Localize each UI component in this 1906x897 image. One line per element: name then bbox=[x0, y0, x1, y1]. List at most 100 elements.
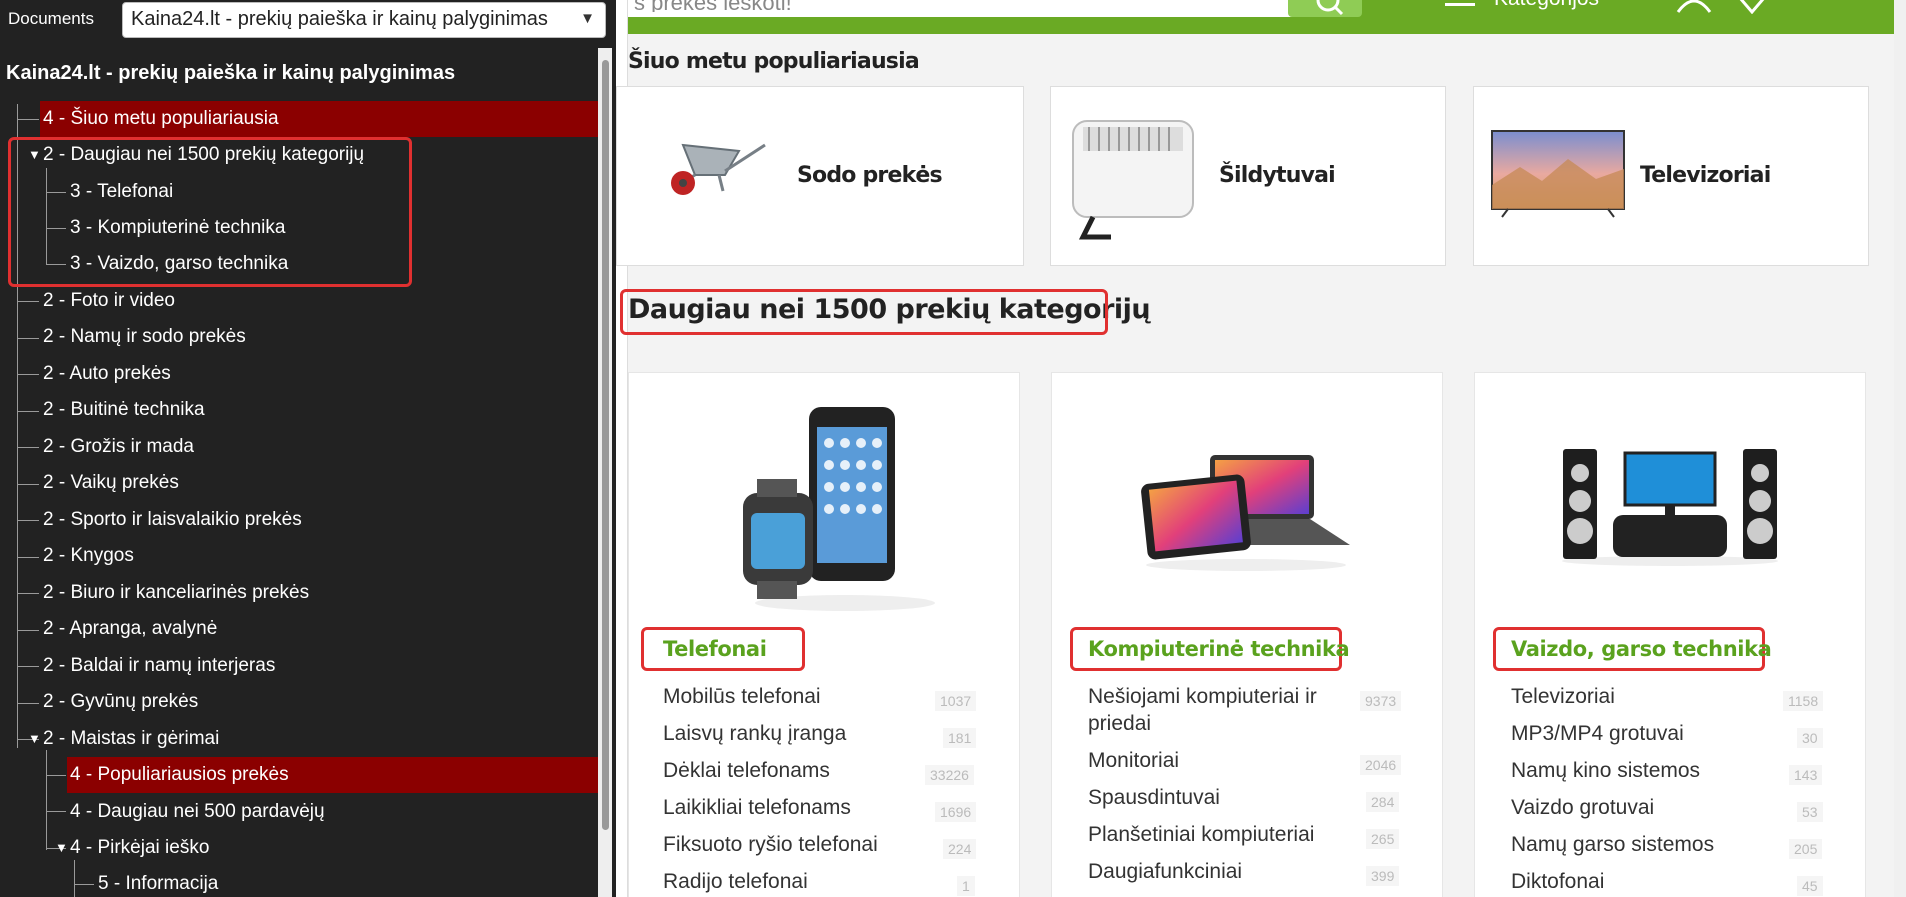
outline-item[interactable]: 2 - Buitinė technika bbox=[40, 392, 598, 428]
document-outline-panel: Documents Kaina24.lt - prekių paieška ir… bbox=[0, 0, 616, 897]
subcategory-link[interactable]: Radijo telefonai bbox=[663, 868, 808, 896]
subcategory-count: 1037 bbox=[935, 691, 977, 711]
outline-item[interactable]: 2 - Foto ir video bbox=[40, 283, 598, 319]
subcategory-count: 45 bbox=[1797, 876, 1823, 896]
tree-line bbox=[17, 593, 39, 594]
outline-item[interactable]: 2 - Knygos bbox=[40, 538, 598, 574]
user-icon[interactable] bbox=[1674, 0, 1714, 14]
dropdown-arrow-icon[interactable]: ▼ bbox=[580, 10, 595, 27]
popular-card[interactable]: Televizoriai bbox=[1473, 86, 1869, 266]
tv-image bbox=[1491, 130, 1625, 218]
subcategory-link[interactable]: Fiksuoto ryšio telefonai bbox=[663, 831, 878, 859]
subcategory-link[interactable]: Nešiojami kompiuteriai ir bbox=[1088, 683, 1317, 711]
subcategory-link[interactable]: Dėklai telefonams bbox=[663, 757, 830, 785]
outline-item-label: 2 - Buitinė technika bbox=[43, 399, 205, 420]
outline-item-label: 2 - Sporto ir laisvalaikio prekės bbox=[43, 509, 302, 530]
categories-menu-label[interactable]: Kategorijos bbox=[1494, 0, 1599, 10]
outline-item[interactable]: 2 - Sporto ir laisvalaikio prekės bbox=[40, 502, 598, 538]
outline-item[interactable]: 4 - Daugiau nei 500 pardavėjų bbox=[67, 794, 598, 830]
subcategory-link[interactable]: Namų kino sistemos bbox=[1511, 757, 1700, 785]
outline-item[interactable]: 2 - Grožis ir mada bbox=[40, 429, 598, 465]
search-button[interactable] bbox=[1288, 0, 1362, 17]
tree-line bbox=[17, 301, 39, 302]
tree-line bbox=[17, 484, 39, 485]
outline-item-label: 4 - Daugiau nei 500 pardavėjų bbox=[70, 801, 325, 822]
tree-line bbox=[17, 447, 39, 448]
outline-item-label: 2 - Grožis ir mada bbox=[43, 436, 194, 457]
outline-item-label: 2 - Gyvūnų prekės bbox=[43, 691, 199, 712]
subcategory-count: 33226 bbox=[925, 765, 974, 785]
outline-item[interactable]: 5 - Informacija bbox=[95, 866, 598, 897]
subcategory-count: 2046 bbox=[1360, 755, 1402, 775]
subcategory-count: 53 bbox=[1797, 802, 1823, 822]
outline-item[interactable]: 2 - Baldai ir namų interjeras bbox=[40, 648, 598, 684]
subcategory-link[interactable]: Namų garso sistemos bbox=[1511, 831, 1714, 859]
subcategory-link[interactable]: Televizoriai bbox=[1511, 683, 1615, 711]
tree-line bbox=[17, 520, 39, 521]
category-title-link[interactable]: Telefonai bbox=[663, 637, 767, 661]
outline-item-label: 2 - Auto prekės bbox=[43, 363, 171, 384]
subcategory-link[interactable]: priedai bbox=[1088, 710, 1151, 738]
subcategory-link[interactable]: Daugiafunkciniai bbox=[1088, 858, 1242, 886]
subcategory-link[interactable]: MP3/MP4 grotuvai bbox=[1511, 720, 1684, 748]
subcategory-count: 224 bbox=[943, 839, 977, 859]
subcategory-count: 143 bbox=[1789, 765, 1823, 785]
subcategory-link[interactable]: Vaizdo grotuvai bbox=[1511, 794, 1654, 822]
subcategory-count: 9373 bbox=[1360, 691, 1402, 711]
category-title-link[interactable]: Vaizdo, garso technika bbox=[1511, 637, 1772, 661]
highlight-box bbox=[8, 137, 412, 287]
tree-line bbox=[17, 374, 39, 375]
outline-item[interactable]: 2 - Auto prekės bbox=[40, 356, 598, 392]
subcategory-count: 1696 bbox=[935, 802, 977, 822]
outline-scrollbar-thumb[interactable] bbox=[602, 60, 609, 830]
subcategory-link[interactable]: Laikikliai telefonams bbox=[663, 794, 851, 822]
outline-item-label: 2 - Knygos bbox=[43, 545, 134, 566]
category-title-link[interactable]: Kompiuterinė technika bbox=[1088, 637, 1350, 661]
tree-line bbox=[17, 119, 39, 120]
tree-line bbox=[17, 338, 39, 339]
outline-item-label: 2 - Baldai ir namų interjeras bbox=[43, 655, 276, 676]
popular-heading: Šiuo metu populiariausia bbox=[628, 49, 920, 74]
subcategory-link[interactable]: Planšetiniai kompiuteriai bbox=[1088, 821, 1314, 849]
page-scrollbar[interactable] bbox=[1894, 0, 1906, 897]
outline-item[interactable]: ▼ 4 - Pirkėjai ieško bbox=[55, 830, 598, 866]
popular-card[interactable]: Sodo prekės bbox=[616, 86, 1024, 266]
wheelbarrow-image bbox=[671, 143, 766, 195]
popular-card-label: Televizoriai bbox=[1640, 163, 1771, 188]
outline-item-label: 5 - Informacija bbox=[98, 873, 219, 894]
menu-icon[interactable] bbox=[1445, 0, 1475, 10]
category-card: Vaizdo, garso technika Televizoriai 1158… bbox=[1474, 372, 1866, 897]
outline-item[interactable]: 2 - Gyvūnų prekės bbox=[40, 684, 598, 720]
tree-line bbox=[17, 630, 39, 631]
tree-line bbox=[46, 811, 66, 812]
subcategory-link[interactable]: Spausdintuvai bbox=[1088, 784, 1220, 812]
outline-item-label: 4 - Šiuo metu populiariausia bbox=[43, 108, 279, 129]
search-input[interactable]: s prekės ieškoti! bbox=[628, 0, 1308, 17]
category-card: Kompiuterinė technika Nešiojami kompiute… bbox=[1051, 372, 1443, 897]
document-select[interactable]: Kaina24.lt - prekių paieška ir kainų pal… bbox=[122, 2, 606, 38]
outline-item[interactable]: 2 - Apranga, avalynė bbox=[40, 611, 598, 647]
popular-card[interactable]: Šildytuvai bbox=[1050, 86, 1446, 266]
subcategory-link[interactable]: Monitoriai bbox=[1088, 747, 1179, 775]
outline-item[interactable]: 2 - Vaikų prekės bbox=[40, 465, 598, 501]
outline-item[interactable]: 2 - Namų ir sodo prekės bbox=[40, 319, 598, 355]
documents-label: Documents bbox=[8, 9, 94, 28]
subcategory-count: 205 bbox=[1789, 839, 1823, 859]
outline-item[interactable]: 2 - Biuro ir kanceliarinės prekės bbox=[40, 575, 598, 611]
heart-icon[interactable] bbox=[1736, 0, 1768, 14]
subcategory-link[interactable]: Laisvų rankų įranga bbox=[663, 720, 846, 748]
tree-line bbox=[46, 775, 66, 776]
expanded-triangle-icon[interactable]: ▼ bbox=[55, 830, 68, 866]
outline-item[interactable]: 4 - Šiuo metu populiariausia bbox=[40, 101, 598, 137]
subcategory-count: 30 bbox=[1797, 728, 1823, 748]
document-selector-bar: Documents Kaina24.lt - prekių paieška ir… bbox=[0, 0, 616, 40]
subcategory-link[interactable]: Diktofonai bbox=[1511, 868, 1604, 896]
highlight-box bbox=[620, 289, 1108, 335]
expanded-triangle-icon[interactable]: ▼ bbox=[28, 721, 41, 757]
outline-item[interactable]: 4 - Populiariausios prekės bbox=[67, 757, 598, 793]
home-theater-image bbox=[1562, 449, 1778, 566]
search-placeholder: s prekės ieškoti! bbox=[634, 0, 1308, 12]
tree-line bbox=[46, 750, 47, 850]
outline-item[interactable]: ▼ 2 - Maistas ir gėrimai bbox=[28, 721, 598, 757]
subcategory-link[interactable]: Mobilūs telefonai bbox=[663, 683, 821, 711]
